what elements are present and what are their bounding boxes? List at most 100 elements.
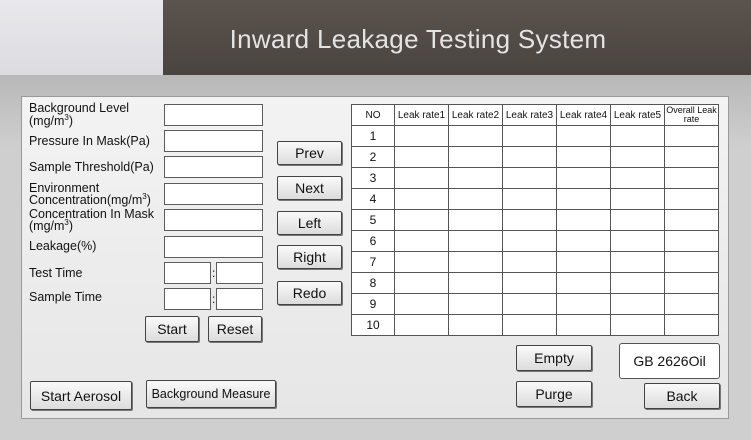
redo-button[interactable]: Redo	[277, 281, 342, 305]
table-cell	[610, 125, 665, 147]
next-button[interactable]: Next	[277, 176, 342, 200]
table-cell	[448, 314, 503, 336]
table-cell	[448, 125, 503, 147]
table-cell	[664, 125, 719, 147]
concentration-in-mask-field[interactable]	[164, 209, 263, 231]
row-number: 8	[351, 272, 395, 294]
leakage-field[interactable]	[164, 236, 263, 258]
table-cell	[556, 167, 611, 189]
column-header-overall-leak-rate: Overall Leak rate	[664, 104, 719, 126]
sample-time-minutes-field[interactable]	[164, 288, 211, 310]
leakage-label: Leakage(%)	[29, 239, 97, 253]
table-cell	[664, 272, 719, 294]
column-header-leak-rate4: Leak rate4	[556, 104, 611, 126]
left-button[interactable]: Left	[277, 211, 342, 235]
table-cell	[394, 209, 449, 231]
test-time-seconds-field[interactable]	[216, 262, 263, 284]
row-number: 7	[351, 251, 395, 273]
pressure-in-mask-field[interactable]	[164, 130, 263, 152]
table-cell	[394, 125, 449, 147]
table-row: 3	[351, 167, 719, 189]
column-header-leak-rate2: Leak rate2	[448, 104, 503, 126]
table-cell	[664, 209, 719, 231]
reset-button[interactable]: Reset	[208, 316, 262, 342]
background-measure-button[interactable]: Background Measure	[146, 380, 276, 408]
column-header-leak-rate5: Leak rate5	[610, 104, 665, 126]
table-row: 6	[351, 230, 719, 252]
table-cell	[502, 188, 557, 210]
column-header-leak-rate1: Leak rate1	[394, 104, 449, 126]
table-row: 8	[351, 272, 719, 294]
table-cell	[556, 251, 611, 273]
table-row: 4	[351, 188, 719, 210]
table-cell	[502, 251, 557, 273]
table-cell	[610, 272, 665, 294]
table-cell	[502, 146, 557, 168]
prev-button[interactable]: Prev	[277, 141, 342, 165]
table-row: 2	[351, 146, 719, 168]
table-cell	[394, 146, 449, 168]
sample-time-colon: :	[212, 292, 216, 306]
start-button[interactable]: Start	[145, 316, 199, 342]
table-cell	[556, 272, 611, 294]
table-cell	[448, 188, 503, 210]
concentration-in-mask-label: Concentration In Mask (mg/m3)	[29, 207, 155, 233]
table-cell	[556, 230, 611, 252]
table-cell	[394, 293, 449, 315]
table-cell	[394, 230, 449, 252]
header-left-panel	[0, 0, 163, 75]
row-number: 4	[351, 188, 395, 210]
column-header-no: NO	[351, 104, 395, 126]
table-cell	[610, 209, 665, 231]
back-button[interactable]: Back	[644, 383, 720, 409]
table-cell	[664, 167, 719, 189]
table-row: 5	[351, 209, 719, 231]
table-cell	[394, 167, 449, 189]
purge-button[interactable]: Purge	[516, 381, 592, 407]
pressure-in-mask-label: Pressure In Mask(Pa)	[29, 134, 150, 148]
right-button[interactable]: Right	[277, 245, 342, 269]
table-cell	[556, 293, 611, 315]
table-cell	[448, 272, 503, 294]
table-cell	[610, 146, 665, 168]
table-cell	[610, 314, 665, 336]
row-number: 3	[351, 167, 395, 189]
table-cell	[556, 209, 611, 231]
table-cell	[556, 125, 611, 147]
sample-threshold-field[interactable]	[164, 156, 263, 178]
table-cell	[556, 188, 611, 210]
table-cell	[664, 314, 719, 336]
row-number: 2	[351, 146, 395, 168]
table-cell	[664, 251, 719, 273]
test-time-colon: :	[212, 266, 216, 280]
table-cell	[610, 167, 665, 189]
table-cell	[664, 146, 719, 168]
table-cell	[394, 188, 449, 210]
sample-time-label: Sample Time	[29, 290, 102, 304]
row-number: 5	[351, 209, 395, 231]
table-cell	[556, 314, 611, 336]
table-cell	[448, 146, 503, 168]
table-row: 10	[351, 314, 719, 336]
table-cell	[502, 314, 557, 336]
results-table: NO Leak rate1 Leak rate2 Leak rate3 Leak…	[351, 104, 719, 336]
sample-time-seconds-field[interactable]	[216, 288, 263, 310]
table-row: 1	[351, 125, 719, 147]
table-cell	[502, 125, 557, 147]
table-row: 9	[351, 293, 719, 315]
table-cell	[610, 293, 665, 315]
background-level-field[interactable]	[164, 104, 263, 126]
environment-concentration-label: Environment Concentration(mg/m3)	[29, 181, 151, 207]
environment-concentration-field[interactable]	[164, 183, 263, 205]
table-cell	[448, 293, 503, 315]
table-cell	[664, 188, 719, 210]
empty-button[interactable]: Empty	[516, 345, 592, 371]
table-cell	[610, 188, 665, 210]
table-cell	[448, 167, 503, 189]
sample-threshold-label: Sample Threshold(Pa)	[29, 160, 154, 174]
row-number: 9	[351, 293, 395, 315]
test-time-minutes-field[interactable]	[164, 262, 211, 284]
table-cell	[448, 209, 503, 231]
column-header-leak-rate3: Leak rate3	[502, 104, 557, 126]
start-aerosol-button[interactable]: Start Aerosol	[30, 381, 132, 410]
